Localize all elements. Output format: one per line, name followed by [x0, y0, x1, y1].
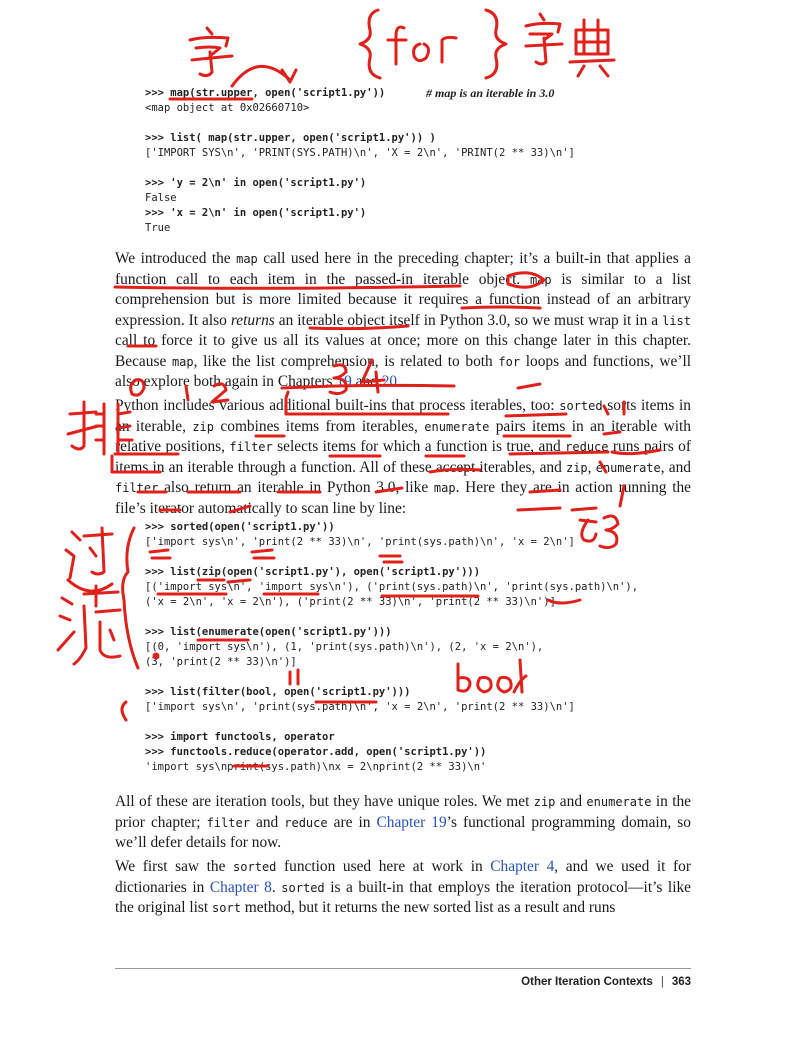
body-text: and [351, 373, 382, 390]
inline-code: sorted [559, 399, 603, 413]
inline-code: enumerate [595, 460, 661, 475]
code-command-line: >>> 'x = 2\n' in open('script1.py') [145, 207, 367, 219]
footer-section-title: Other Iteration Contexts [521, 976, 653, 988]
code-output-line: [('import sys\n', 'import sys\n'), ('pri… [145, 581, 639, 593]
body-text: Python includes various additional built… [115, 397, 560, 414]
paragraph-map-intro: We introduced the map call used here in … [115, 249, 691, 393]
body-text: function used here at work in [276, 858, 491, 875]
body-text: . [271, 878, 282, 896]
code-command-line: >>> 'y = 2\n' in open('script1.py') [145, 177, 367, 189]
code-command-line: >>> list(zip(open('script1.py'), open('s… [145, 566, 481, 578]
cross-reference-link[interactable]: 20 [382, 373, 397, 390]
code-command-line: >>> sorted(open('script1.py')) [145, 521, 335, 533]
inline-code: reduce [565, 440, 609, 454]
code-output-line: ('x = 2\n', 'x = 2\n'), ('print(2 ** 33)… [145, 596, 556, 608]
body-text: combines items from iterables, [214, 417, 425, 435]
code-output-line: 'import sys\nprint(sys.path)\nx = 2\npri… [145, 761, 487, 773]
footer-separator: | [660, 976, 664, 988]
inline-code: map [171, 354, 194, 369]
cross-reference-link[interactable]: Chapter 4 [490, 858, 554, 875]
body-text: All of these are iteration tools, but th… [115, 793, 534, 810]
body-text: We introduced the [115, 250, 237, 267]
code-output-line: <map object at 0x02660710> [145, 102, 310, 114]
emphasis-text: returns [230, 311, 275, 329]
inline-code: for [498, 354, 521, 369]
body-text: and [555, 793, 587, 810]
body-text: an iterable object itself in Python 3.0,… [274, 311, 663, 329]
code-command-line: >>> list(filter(bool, open('script1.py')… [145, 686, 411, 698]
code-block-1: >>> map(str.upper, open('script1.py')) # … [145, 86, 745, 236]
paragraph-builtins: Python includes various additional built… [115, 396, 691, 519]
code-comment: # map is an iterable in 3.0 [426, 86, 555, 100]
code-command-line: >>> map(str.upper, open('script1.py')) # … [145, 86, 555, 100]
body-text: are in [327, 813, 377, 831]
body-text: also return an iterable in Python 3.0, l… [158, 479, 434, 496]
code-command-line: >>> list( map(str.upper, open('script1.p… [145, 132, 436, 144]
inline-code: list [662, 313, 691, 328]
body-text: and [249, 813, 285, 831]
inline-code: map [529, 272, 552, 287]
body-text: , [587, 458, 596, 476]
inline-code: filter [206, 815, 250, 830]
code-block-2: >>> sorted(open('script1.py')) ['import s… [145, 520, 745, 775]
code-output-line: [(0, 'import sys\n'), (1, 'print(sys.pat… [145, 641, 544, 653]
code-command-line: >>> list(enumerate(open('script1.py'))) [145, 626, 392, 638]
book-page: >>> map(str.upper, open('script1.py')) # … [0, 0, 807, 1059]
paragraph-sorted: We first saw the sorted function used he… [115, 857, 691, 919]
body-text: . [397, 373, 401, 390]
page-number: 363 [671, 976, 691, 988]
inline-code: map [433, 481, 456, 495]
code-output-line: False [145, 192, 177, 204]
body-text: method, but it returns the new sorted li… [240, 899, 616, 916]
page-footer: Other Iteration Contexts | 363 [521, 976, 691, 988]
paragraph-iteration-tools: All of these are iteration tools, but th… [115, 792, 691, 854]
body-text: , like the list comprehension, is relate… [193, 352, 499, 370]
inline-code: reduce [284, 815, 328, 830]
code-output-line: (3, 'print(2 ** 33)\n')] [145, 656, 297, 668]
inline-code: enumerate [586, 795, 652, 809]
inline-code: filter [229, 440, 273, 454]
code-output-line: ['import sys\n', 'print(sys.path)\n', 'x… [145, 701, 575, 713]
inline-code: zip [192, 419, 215, 434]
code-command-line: >>> import functools, operator [145, 731, 335, 743]
code-command-line: >>> functools.reduce(operator.add, open(… [145, 746, 487, 758]
inline-code: enumerate [424, 419, 490, 434]
inline-code: map [236, 252, 258, 266]
cross-reference-link[interactable]: Chapter 8 [210, 879, 272, 896]
inline-code: sorted [233, 860, 277, 874]
inline-code: sort [212, 901, 241, 915]
inline-code: sorted [281, 880, 325, 895]
body-text: We first saw the [115, 858, 234, 875]
cross-reference-link[interactable]: Chapter 19 [377, 814, 447, 831]
cross-reference-link[interactable]: 19 [336, 373, 351, 390]
body-text: , and [660, 458, 692, 476]
code-output-line: ['IMPORT SYS\n', 'PRINT(SYS.PATH)\n', 'X… [145, 147, 575, 159]
code-output-line: ['import sys\n', 'print(2 ** 33)\n', 'pr… [145, 536, 575, 548]
inline-code: zip [533, 795, 556, 809]
code-output-line: True [145, 222, 171, 234]
inline-code: zip [565, 460, 588, 475]
footer-rule [115, 968, 691, 969]
body-text: selects items for which a function is tr… [272, 438, 566, 455]
inline-code: filter [115, 481, 159, 495]
